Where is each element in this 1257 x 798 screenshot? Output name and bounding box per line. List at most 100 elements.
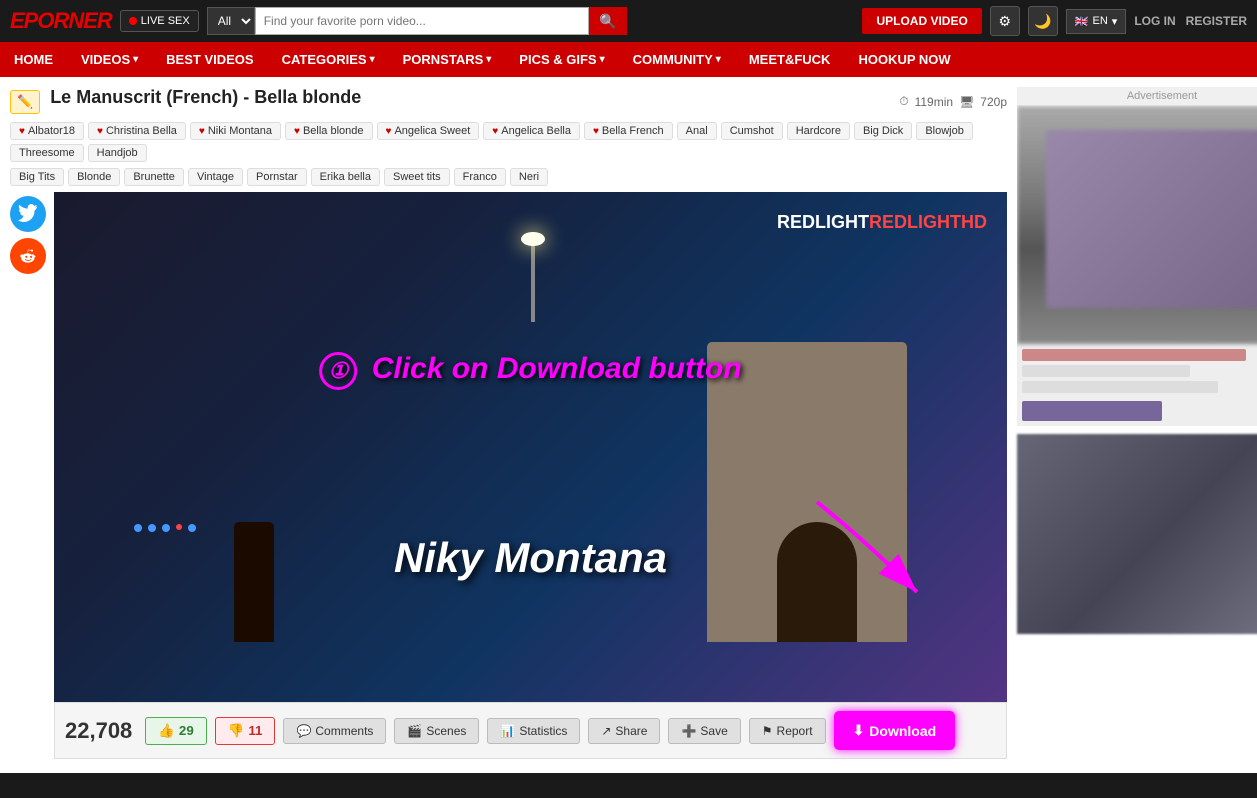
header-right: UPLOAD VIDEO ⚙ 🌙 🇬🇧 EN ▾ LOG IN REGISTER (862, 6, 1247, 36)
reddit-share-button[interactable] (10, 238, 46, 274)
action-bar: 22,708 👍 29 👎 11 💬 Comments 🎬 (54, 702, 1007, 759)
ad-text-area (1017, 344, 1257, 426)
save-label: Save (700, 724, 727, 738)
scenes-button[interactable]: 🎬 Scenes (394, 718, 479, 744)
nav-best-videos[interactable]: BEST VIDEOS (152, 42, 267, 77)
download-button[interactable]: ⬇ Download (834, 711, 956, 750)
header: EPORNER LIVE SEX All 🔍 UPLOAD VIDEO ⚙ 🌙 … (0, 0, 1257, 42)
nav-meet-fuck[interactable]: MEET&FUCK (735, 42, 845, 77)
user-icon-3: ♥ (199, 126, 205, 137)
nav-hookup[interactable]: HOOKUP NOW (844, 42, 964, 77)
like-count: 29 (179, 723, 194, 738)
tag-pornstar[interactable]: Pornstar (247, 168, 307, 186)
search-button[interactable]: 🔍 (589, 7, 626, 35)
tag-albator18[interactable]: ♥Albator18 (10, 122, 84, 140)
tag-hardcore[interactable]: Hardcore (787, 122, 850, 140)
tag-franco[interactable]: Franco (454, 168, 506, 186)
ad-label: Advertisement (1017, 87, 1257, 106)
tag-angelica-bella[interactable]: ♥Angelica Bella (483, 122, 580, 140)
statistics-button[interactable]: 📊 Statistics (487, 718, 580, 744)
download-arrow-annotation (787, 492, 947, 612)
share-button[interactable]: ↗ Share (588, 718, 660, 744)
thumbs-up-icon: 👍 (158, 723, 175, 739)
language-selector[interactable]: 🇬🇧 EN ▾ (1066, 9, 1127, 34)
tag-bella-blonde[interactable]: ♥Bella blonde (285, 122, 373, 140)
tag-christina-bella[interactable]: ♥Christina Bella (88, 122, 186, 140)
dislike-count: 11 (248, 723, 262, 738)
overlay-num: ① (319, 352, 357, 390)
share-icon: ↗ (601, 724, 611, 738)
video-frame: REDLIGHTREDLIGHTHD ① Click on Download b… (54, 192, 1007, 702)
search-input[interactable] (255, 7, 590, 35)
tag-threesome[interactable]: Threesome (10, 144, 84, 162)
nav-home[interactable]: HOME (0, 42, 67, 77)
download-label: Download (869, 723, 936, 739)
comments-button[interactable]: 💬 Comments (283, 718, 386, 744)
tag-angelica-sweet[interactable]: ♥Angelica Sweet (377, 122, 480, 140)
figure-decoration (234, 522, 274, 642)
tag-neri[interactable]: Neri (510, 168, 548, 186)
nav-community[interactable]: COMMUNITY ▾ (619, 42, 735, 77)
ad-image (1017, 106, 1257, 344)
flag-report-icon: ⚑ (762, 724, 773, 738)
save-button[interactable]: ➕ Save (668, 718, 740, 744)
download-icon: ⬇ (853, 722, 865, 739)
like-button[interactable]: 👍 29 (145, 717, 206, 745)
nav-categories[interactable]: CATEGORIES ▾ (268, 42, 389, 77)
nav-pornstars[interactable]: PORNSTARS ▾ (389, 42, 506, 77)
nav-pics-gifs[interactable]: PICS & GIFS ▾ (505, 42, 618, 77)
pics-arrow: ▾ (600, 54, 605, 65)
dislike-button[interactable]: 👎 11 (215, 717, 276, 745)
tag-blowjob[interactable]: Blowjob (916, 122, 973, 140)
tag-cumshot[interactable]: Cumshot (721, 122, 783, 140)
report-button[interactable]: ⚑ Report (749, 718, 826, 744)
theme-toggle-button[interactable]: 🌙 (1028, 6, 1058, 36)
tag-blonde[interactable]: Blonde (68, 168, 120, 186)
statistics-icon: 📊 (500, 724, 515, 738)
save-icon: ➕ (681, 724, 696, 738)
scenes-icon: 🎬 (407, 724, 422, 738)
settings-button[interactable]: ⚙ (990, 6, 1020, 36)
search-filter-select[interactable]: All (207, 7, 255, 35)
lights-decoration (134, 524, 196, 532)
video-player[interactable]: REDLIGHTREDLIGHTHD ① Click on Download b… (54, 192, 1007, 702)
report-label: Report (777, 724, 813, 738)
tag-niki-montana[interactable]: ♥Niki Montana (190, 122, 281, 140)
nav-videos[interactable]: VIDEOS ▾ (67, 42, 152, 77)
login-link[interactable]: LOG IN (1134, 14, 1175, 28)
tag-big-tits[interactable]: Big Tits (10, 168, 64, 186)
user-icon-6: ♥ (492, 126, 498, 137)
logo[interactable]: EPORNER (10, 8, 112, 34)
twitter-share-button[interactable] (10, 196, 46, 232)
tag-handjob[interactable]: Handjob (88, 144, 147, 162)
live-sex-button[interactable]: LIVE SEX (120, 10, 199, 32)
lang-label: EN (1093, 15, 1108, 27)
thumbs-down-icon: 👎 (228, 723, 245, 739)
upload-video-button[interactable]: UPLOAD VIDEO (862, 8, 981, 34)
register-link[interactable]: REGISTER (1186, 14, 1247, 28)
pornstar-tags: ♥Albator18 ♥Christina Bella ♥Niki Montan… (10, 122, 1007, 162)
categories-arrow: ▾ (370, 54, 375, 65)
auth-links: LOG IN REGISTER (1134, 14, 1247, 28)
tag-anal[interactable]: Anal (677, 122, 717, 140)
tag-vintage[interactable]: Vintage (188, 168, 243, 186)
niky-text: Niky Montana (394, 534, 667, 582)
live-dot (129, 17, 137, 25)
tag-erika-bella[interactable]: Erika bella (311, 168, 380, 186)
main-nav: HOME VIDEOS ▾ BEST VIDEOS CATEGORIES ▾ P… (0, 42, 1257, 77)
ad-area (1017, 106, 1257, 426)
overlay-instruction: ① Click on Download button (102, 352, 960, 390)
user-icon-4: ♥ (294, 126, 300, 137)
clock-icon: ⏱ (899, 94, 908, 109)
keyword-tags: Big Tits Blonde Brunette Vintage Pornsta… (10, 168, 1007, 186)
user-icon-5: ♥ (386, 126, 392, 137)
edit-button[interactable]: ✏️ (10, 90, 40, 114)
quality: 720p (980, 95, 1007, 109)
tag-brunette[interactable]: Brunette (124, 168, 184, 186)
main-content: ✏️ Le Manuscrit (French) - Bella blonde … (10, 87, 1007, 763)
page-content: ✏️ Le Manuscrit (French) - Bella blonde … (0, 77, 1257, 773)
tag-bella-french[interactable]: ♥Bella French (584, 122, 673, 140)
tag-big-dick[interactable]: Big Dick (854, 122, 912, 140)
ad-cta-button[interactable] (1022, 401, 1162, 421)
tag-sweet-tits[interactable]: Sweet tits (384, 168, 450, 186)
